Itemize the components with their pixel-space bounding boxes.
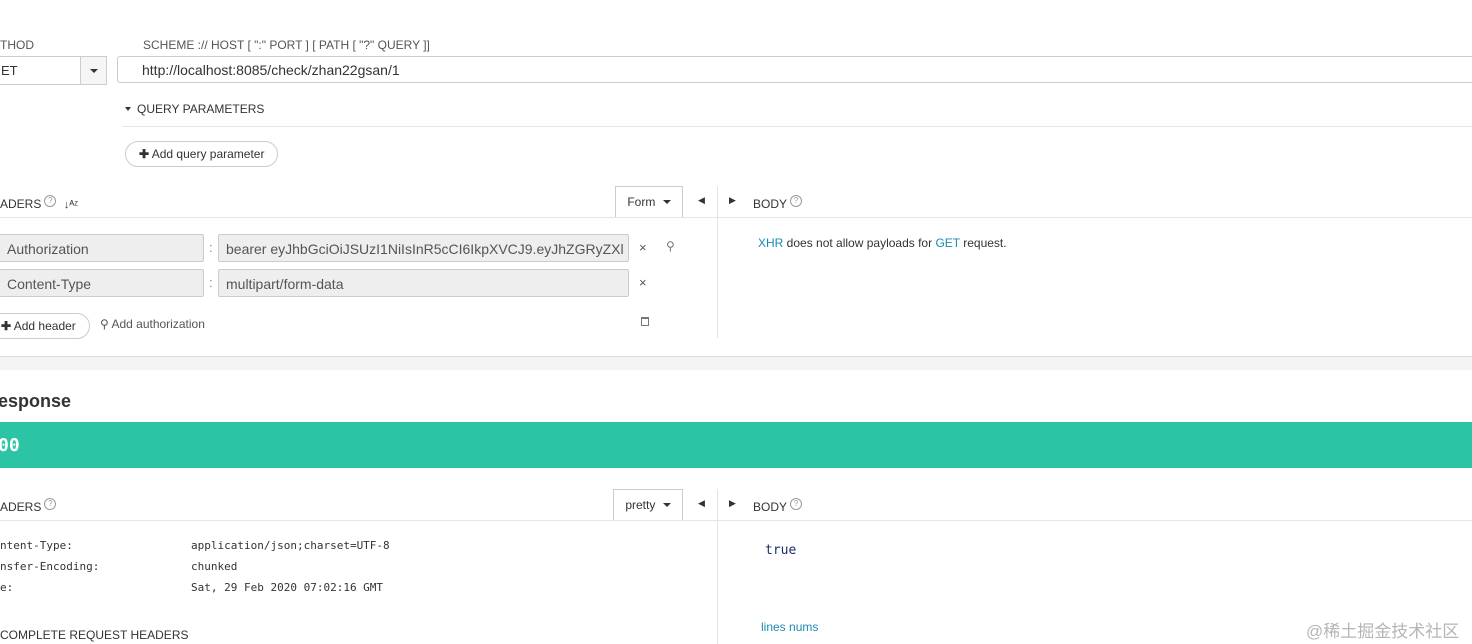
request-headers-label: ADERS? ↓ᴬᶻ — [0, 195, 79, 211]
response-header-name: ntent-Type: — [0, 539, 73, 552]
help-icon: ? — [44, 195, 57, 207]
add-query-parameter-label: Add query parameter — [151, 147, 265, 161]
sort-icon[interactable]: ↓ᴬᶻ — [64, 199, 78, 211]
query-parameters-label: QUERY PARAMETERS — [137, 102, 265, 116]
add-authorization-label: Add authorization — [111, 317, 205, 331]
pretty-select[interactable]: pretty — [613, 489, 683, 521]
help-icon: ? — [790, 195, 803, 207]
plus-icon: ✚ — [1, 319, 12, 333]
xhr-link[interactable]: XHR — [758, 236, 783, 250]
response-header-value: application/json;charset=UTF-8 — [191, 539, 390, 552]
caret-down-icon — [662, 503, 671, 507]
response-body-value: true — [765, 543, 797, 558]
query-parameters-toggle[interactable]: QUERY PARAMETERS — [125, 102, 264, 116]
status-code: 00 — [0, 435, 20, 456]
collapse-left-icon[interactable]: ◀ — [698, 498, 705, 509]
divider — [718, 520, 1472, 521]
plus-icon: ✚ — [139, 147, 150, 161]
divider — [718, 217, 1472, 218]
header-separator: : — [209, 240, 213, 255]
header-separator: : — [209, 275, 213, 290]
request-body-message: XHR does not allow payloads for GET requ… — [758, 236, 1007, 250]
pretty-select-value: pretty — [625, 498, 656, 512]
header-name-input[interactable]: Authorization — [0, 234, 204, 262]
expand-right-icon[interactable]: ▶ — [729, 498, 736, 509]
section-separator — [0, 356, 1472, 370]
url-input[interactable]: http://localhost:8085/check/zhan22gsan/1 — [117, 56, 1472, 83]
header-value-input[interactable]: multipart/form-data — [218, 269, 629, 297]
collapse-left-icon[interactable]: ◀ — [698, 195, 705, 206]
remove-header-icon[interactable]: × — [639, 275, 647, 290]
status-bar: 00 — [0, 422, 1472, 468]
caret-down-icon — [125, 107, 131, 111]
form-select-value: Form — [627, 195, 656, 209]
method-value: ET — [1, 63, 18, 78]
method-select[interactable]: ET — [0, 56, 82, 85]
remove-header-icon[interactable]: × — [639, 240, 647, 255]
get-link[interactable]: GET — [935, 236, 959, 250]
request-body-label: BODY? — [753, 195, 803, 211]
trash-icon[interactable] — [641, 317, 649, 326]
panel-divider — [717, 489, 718, 644]
divider — [122, 126, 1472, 127]
method-label: THOD — [0, 38, 34, 52]
response-header-value: Sat, 29 Feb 2020 07:02:16 GMT — [191, 581, 384, 594]
key-icon: ⚲ — [100, 317, 109, 331]
header-value-input[interactable]: bearer eyJhbGciOiJSUzI1NiIsInR5cCI6IkpXV… — [218, 234, 629, 262]
add-header-button[interactable]: ✚ Add header — [0, 313, 90, 339]
response-header-name: nsfer-Encoding: — [0, 560, 100, 573]
panel-divider — [717, 186, 718, 338]
caret-down-icon — [662, 200, 671, 204]
response-headers-label: ADERS? — [0, 498, 57, 514]
caret-down-icon — [89, 69, 98, 73]
add-authorization-link[interactable]: ⚲ Add authorization — [100, 317, 205, 331]
key-icon[interactable]: ⚲ — [666, 239, 675, 253]
help-icon: ? — [790, 498, 803, 510]
add-header-label: Add header — [13, 319, 76, 333]
url-format-label: SCHEME :// HOST [ ":" PORT ] [ PATH [ "?… — [143, 38, 430, 52]
divider — [0, 520, 717, 521]
divider — [0, 217, 717, 218]
lines-nums-link[interactable]: lines nums — [761, 620, 818, 634]
method-dropdown-button[interactable] — [80, 56, 107, 85]
response-header-value: chunked — [191, 560, 238, 573]
help-icon: ? — [44, 498, 57, 510]
header-name-input[interactable]: Content-Type — [0, 269, 204, 297]
watermark: @稀土掘金技术社区 — [1306, 622, 1460, 641]
expand-right-icon[interactable]: ▶ — [729, 195, 736, 206]
complete-request-headers-toggle[interactable]: COMPLETE REQUEST HEADERS — [0, 628, 188, 642]
form-select[interactable]: Form — [615, 186, 683, 218]
response-title: esponse — [0, 391, 72, 411]
url-input-value: http://localhost:8085/check/zhan22gsan/1 — [142, 62, 400, 78]
add-query-parameter-button[interactable]: ✚ Add query parameter — [125, 141, 279, 167]
response-header-name: e: — [0, 581, 14, 594]
response-body-label: BODY? — [753, 498, 803, 514]
